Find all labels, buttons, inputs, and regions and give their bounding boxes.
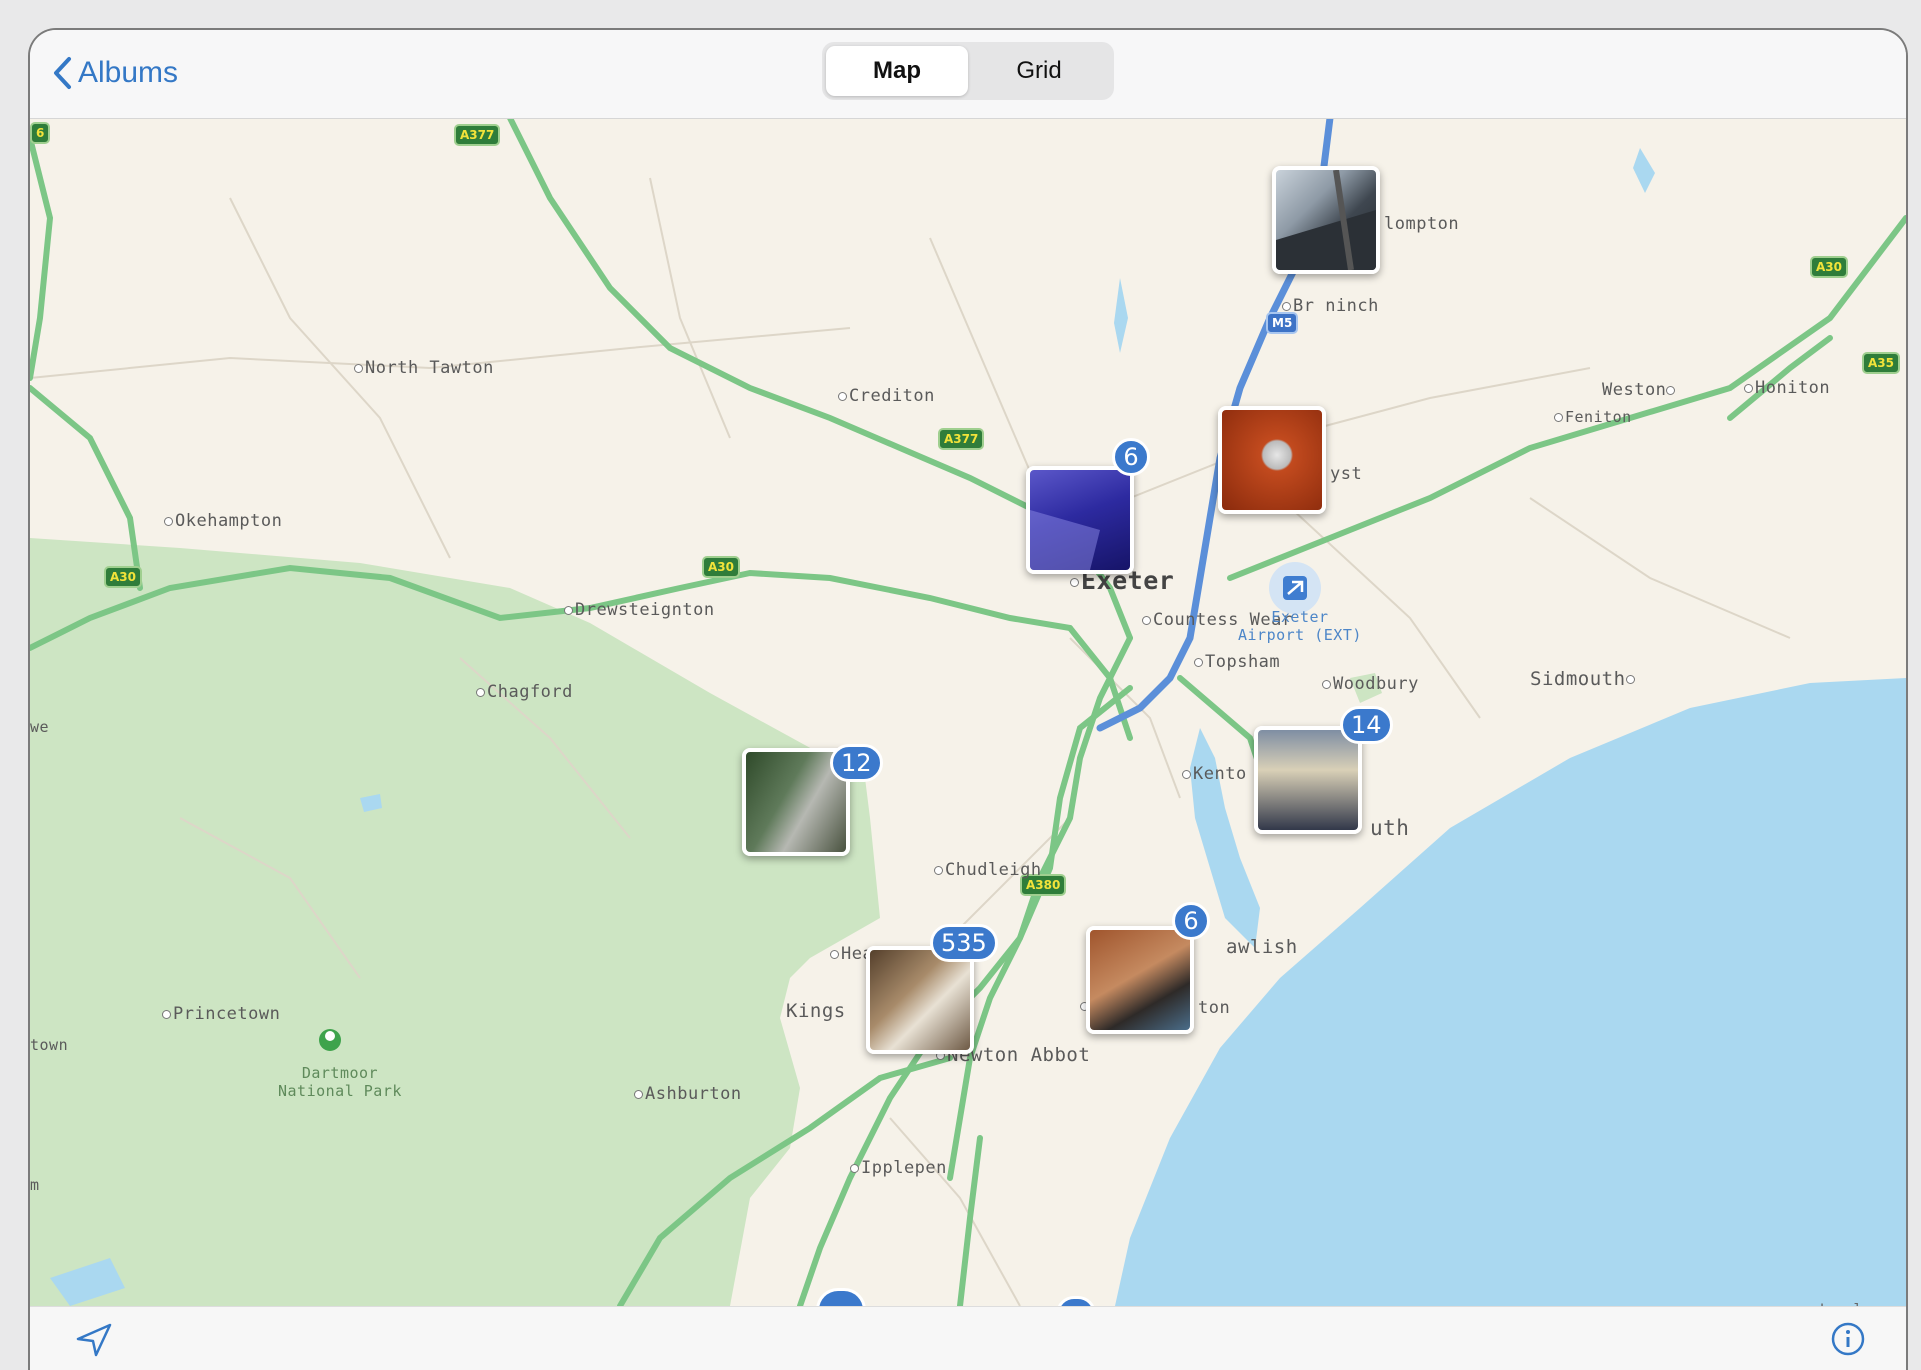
back-label: Albums	[78, 56, 179, 89]
place-label: Drewsteignton	[564, 600, 715, 620]
road-shield: A30	[104, 566, 142, 588]
place-label: Chudleigh	[934, 860, 1042, 880]
place-label: uth	[1370, 816, 1410, 840]
cluster-count-badge: 535	[930, 924, 998, 962]
segment-grid[interactable]: Grid	[968, 46, 1110, 96]
airport-label: Exeter Airport (EXT)	[1238, 608, 1362, 644]
place-label: Ashburton	[634, 1084, 742, 1104]
navigation-bar: Albums Map Grid	[30, 30, 1906, 119]
place-label: Sidmouth	[1530, 668, 1637, 690]
road-shield: A30	[1810, 256, 1848, 278]
photo-cluster-exeter[interactable]	[1026, 466, 1134, 574]
place-label: Crediton	[838, 386, 935, 406]
road-shield: A377	[454, 124, 501, 146]
road-shield: A377	[938, 428, 985, 450]
location-arrow-icon[interactable]	[74, 1321, 114, 1362]
photo-thumbnail	[1030, 510, 1100, 570]
photo-cluster-cullompton[interactable]	[1272, 166, 1380, 274]
app-window: Albums Map Grid 6 A377 A377 A30 A30 A30 …	[30, 30, 1906, 1370]
place-label: awlish	[1226, 936, 1298, 958]
photo-cluster-exmouth[interactable]	[1254, 726, 1362, 834]
place-label: yst	[1330, 464, 1363, 484]
place-label: m	[30, 1176, 40, 1194]
place-label: Br ninch	[1282, 296, 1379, 316]
place-label: Kings	[786, 1000, 846, 1022]
photo-cluster-broadclyst[interactable]	[1218, 406, 1326, 514]
place-label: Okehampton	[164, 511, 282, 531]
photo-thumbnail	[1276, 170, 1376, 270]
road-shield: 6	[30, 122, 51, 144]
place-label: Feniton	[1554, 408, 1632, 426]
map-view[interactable]: 6 A377 A377 A30 A30 A30 A35 A380 M5 Nort…	[30, 118, 1906, 1323]
bottom-toolbar	[30, 1306, 1906, 1370]
place-label: Chagford	[476, 682, 573, 702]
place-label: ton	[1198, 998, 1231, 1018]
place-label: Princetown	[162, 1004, 280, 1024]
place-label: Kento	[1182, 764, 1247, 784]
place-label: Woodbury	[1322, 674, 1419, 694]
photo-cluster-newton-abbot[interactable]	[866, 946, 974, 1054]
cluster-count-badge: 6	[1172, 902, 1210, 940]
place-label: lompton	[1384, 214, 1460, 234]
place-label: Honiton	[1744, 378, 1830, 398]
segment-map[interactable]: Map	[826, 46, 968, 96]
view-segmented-control: Map Grid	[822, 42, 1114, 100]
place-label: we	[30, 718, 50, 736]
place-label: Topsham	[1194, 652, 1280, 672]
place-label: town	[30, 1036, 69, 1054]
chevron-left-icon	[54, 57, 71, 89]
park-label: Dartmoor National Park	[278, 1064, 402, 1100]
place-label: Weston	[1602, 380, 1677, 400]
cluster-count-badge: 6	[1112, 438, 1150, 476]
place-label: Ipplepen	[850, 1158, 947, 1178]
photo-cluster-dawlish[interactable]	[1086, 926, 1194, 1034]
back-button[interactable]: Albums	[52, 48, 178, 98]
cluster-count-badge: 14	[1340, 706, 1393, 744]
info-icon[interactable]	[1830, 1321, 1866, 1362]
cluster-count-badge: 12	[830, 744, 883, 782]
road-shield: A30	[702, 556, 740, 578]
place-label: North Tawton	[354, 358, 494, 378]
map-base	[30, 118, 1906, 1306]
road-shield: A35	[1862, 352, 1900, 374]
